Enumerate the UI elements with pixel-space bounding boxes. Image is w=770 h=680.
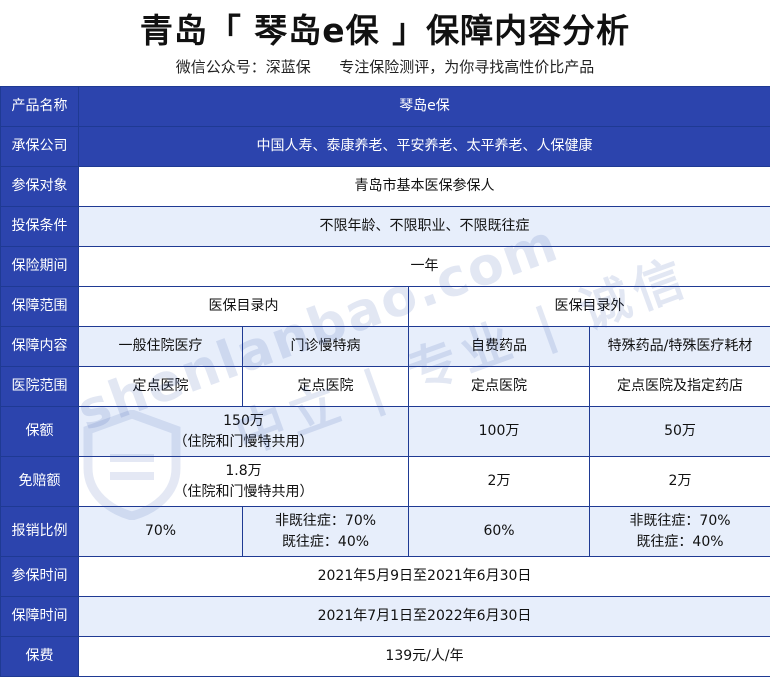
hospital-inpatient: 定点医院 xyxy=(78,366,243,407)
conditions-value: 不限年龄、不限职业、不限既往症 xyxy=(78,206,770,247)
period-value: 一年 xyxy=(78,246,770,287)
label-ratio: 报销比例 xyxy=(0,506,79,557)
row-scope: 保障范围 医保目录内 医保目录外 xyxy=(0,286,770,327)
hospital-special: 定点医院及指定药店 xyxy=(589,366,770,407)
amount-in-list-value: 150万 xyxy=(223,412,264,429)
label-insurer: 承保公司 xyxy=(0,126,79,167)
scope-out-list: 医保目录外 xyxy=(408,286,770,327)
eligible-value: 青岛市基本医保参保人 xyxy=(78,166,770,207)
row-cover-time: 保障时间 2021年7月1日至2022年6月30日 xyxy=(0,596,770,637)
row-hospital: 医院范围 定点医院 定点医院 定点医院 定点医院及指定药店 xyxy=(0,366,770,407)
label-period: 保险期间 xyxy=(0,246,79,287)
page-subtitle: 微信公众号：深蓝保 专注保险测评，为你寻找高性价比产品 xyxy=(175,58,595,76)
label-eligible: 参保对象 xyxy=(0,166,79,207)
content-special: 特殊药品/特殊医疗耗材 xyxy=(589,326,770,367)
row-conditions: 投保条件 不限年龄、不限职业、不限既往症 xyxy=(0,206,770,247)
deductible-in-list-value: 1.8万 xyxy=(225,462,262,479)
row-insurer: 承保公司 中国人寿、泰康养老、平安养老、太平养老、人保健康 xyxy=(0,126,770,167)
label-enroll-time: 参保时间 xyxy=(0,556,79,597)
label-conditions: 投保条件 xyxy=(0,206,79,247)
label-hospital: 医院范围 xyxy=(0,366,79,407)
ratio-outpatient: 非既往症：70% 既往症：40% xyxy=(242,506,409,557)
content-drugs: 自费药品 xyxy=(408,326,590,367)
row-ratio: 报销比例 70% 非既往症：70% 既往症：40% 60% 非既往症：70% 既… xyxy=(0,506,770,557)
ratio-special: 非既往症：70% 既往症：40% xyxy=(589,506,770,557)
deductible-drugs: 2万 xyxy=(408,456,590,507)
row-eligible: 参保对象 青岛市基本医保参保人 xyxy=(0,166,770,207)
amount-in-list-note: （住院和门慢特共用） xyxy=(173,433,314,450)
insurer-value: 中国人寿、泰康养老、平安养老、太平养老、人保健康 xyxy=(78,126,770,167)
deductible-in-list-note: （住院和门慢特共用） xyxy=(173,483,314,500)
label-content: 保障内容 xyxy=(0,326,79,367)
label-scope: 保障范围 xyxy=(0,286,79,327)
page-title: 青岛「 琴岛e保 」保障内容分析 xyxy=(139,11,631,50)
row-period: 保险期间 一年 xyxy=(0,246,770,287)
deductible-in-list: 1.8万 （住院和门慢特共用） xyxy=(78,456,409,507)
label-premium: 保费 xyxy=(0,636,79,677)
scope-in-list: 医保目录内 xyxy=(78,286,409,327)
label-product-name: 产品名称 xyxy=(0,86,79,127)
enroll-time-value: 2021年5月9日至2021年6月30日 xyxy=(78,556,770,597)
row-product-name: 产品名称 琴岛e保 xyxy=(0,86,770,127)
ratio-outpatient-line1: 非既往症：70% xyxy=(274,512,377,529)
label-deductible: 免赔额 xyxy=(0,456,79,507)
label-amount: 保额 xyxy=(0,406,79,457)
row-deductible: 免赔额 1.8万 （住院和门慢特共用） 2万 2万 xyxy=(0,456,770,507)
ratio-inpatient: 70% xyxy=(78,506,243,557)
deductible-special: 2万 xyxy=(589,456,770,507)
hospital-drugs: 定点医院 xyxy=(408,366,590,407)
ratio-special-line2: 既往症：40% xyxy=(636,533,724,550)
amount-drugs: 100万 xyxy=(408,406,590,457)
premium-value: 139元/人/年 xyxy=(78,636,770,677)
amount-in-list: 150万 （住院和门慢特共用） xyxy=(78,406,409,457)
amount-special: 50万 xyxy=(589,406,770,457)
content-outpatient: 门诊慢特病 xyxy=(242,326,409,367)
product-name-value: 琴岛e保 xyxy=(78,86,770,127)
ratio-outpatient-line2: 既往症：40% xyxy=(281,533,370,550)
ratio-special-line1: 非既往症：70% xyxy=(629,512,731,529)
row-enroll-time: 参保时间 2021年5月9日至2021年6月30日 xyxy=(0,556,770,597)
coverage-table: 产品名称 琴岛e保 承保公司 中国人寿、泰康养老、平安养老、太平养老、人保健康 … xyxy=(0,86,770,677)
label-cover-time: 保障时间 xyxy=(0,596,79,637)
row-premium: 保费 139元/人/年 xyxy=(0,636,770,677)
ratio-drugs: 60% xyxy=(408,506,590,557)
hospital-outpatient: 定点医院 xyxy=(242,366,409,407)
cover-time-value: 2021年7月1日至2022年6月30日 xyxy=(78,596,770,637)
row-content: 保障内容 一般住院医疗 门诊慢特病 自费药品 特殊药品/特殊医疗耗材 xyxy=(0,326,770,367)
row-amount: 保额 150万 （住院和门慢特共用） 100万 50万 xyxy=(0,406,770,457)
content-inpatient: 一般住院医疗 xyxy=(78,326,243,367)
